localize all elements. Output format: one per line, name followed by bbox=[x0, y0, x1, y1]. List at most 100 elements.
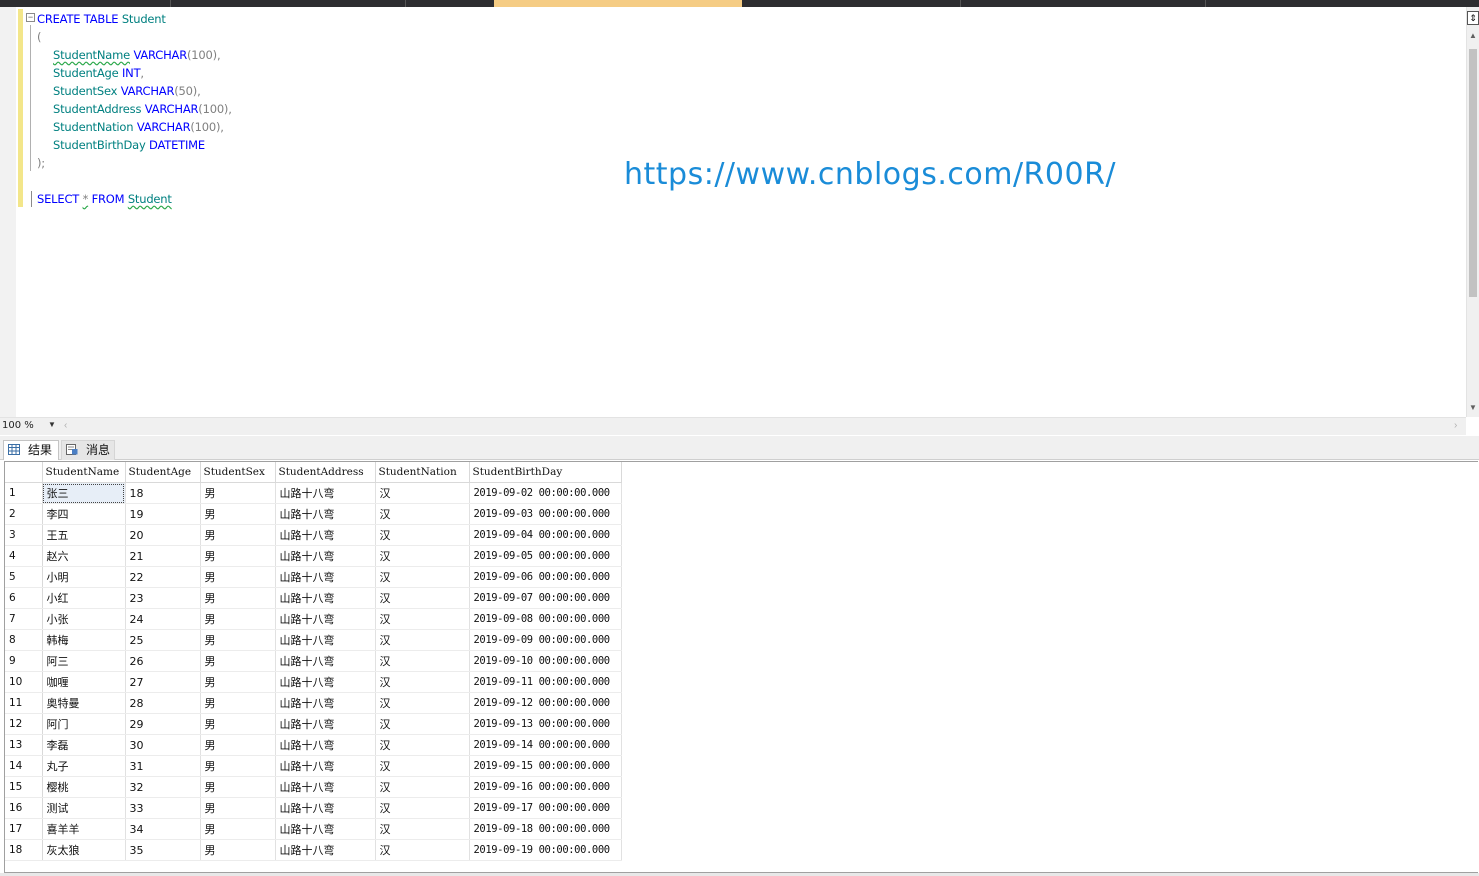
grid-cell[interactable]: 王五 bbox=[42, 524, 126, 546]
grid-cell[interactable]: 汉 bbox=[375, 650, 470, 672]
table-row[interactable]: 12 阿门 29 男山路十八弯汉 2019-09-13 00:00:00.000 bbox=[5, 713, 622, 735]
grid-cell[interactable]: 汉 bbox=[375, 482, 470, 504]
grid-cell[interactable]: 汉 bbox=[375, 503, 470, 525]
grid-cell[interactable]: 汉 bbox=[375, 671, 470, 693]
row-number-header[interactable] bbox=[5, 462, 43, 483]
grid-cell[interactable]: 26 bbox=[125, 650, 201, 672]
scroll-down-icon[interactable]: ▼ bbox=[1469, 403, 1477, 412]
grid-cell[interactable]: 18 bbox=[125, 482, 201, 504]
row-number[interactable]: 1 bbox=[5, 482, 43, 504]
grid-cell[interactable]: 19 bbox=[125, 503, 201, 525]
grid-cell[interactable]: 27 bbox=[125, 671, 201, 693]
grid-cell[interactable]: 阿门 bbox=[42, 713, 126, 735]
grid-cell[interactable]: 男 bbox=[200, 797, 276, 819]
grid-cell[interactable]: 阿三 bbox=[42, 650, 126, 672]
row-number[interactable]: 10 bbox=[5, 671, 43, 693]
column-header-studentname[interactable]: StudentName bbox=[42, 462, 126, 483]
grid-cell[interactable]: 2019-09-08 00:00:00.000 bbox=[469, 608, 622, 630]
table-row[interactable]: 16 测试 33 男山路十八弯汉 2019-09-17 00:00:00.000 bbox=[5, 797, 622, 819]
grid-cell[interactable]: 男 bbox=[200, 608, 276, 630]
grid-cell[interactable]: 樱桃 bbox=[42, 776, 126, 798]
grid-cell[interactable]: 男 bbox=[200, 629, 276, 651]
table-row[interactable]: 17 喜羊羊 34 男山路十八弯汉 2019-09-18 00:00:00.000 bbox=[5, 818, 622, 840]
code-line[interactable]: StudentSex VARCHAR(50), bbox=[53, 82, 201, 100]
row-number[interactable]: 4 bbox=[5, 545, 43, 567]
grid-cell[interactable]: 汉 bbox=[375, 587, 470, 609]
row-number[interactable]: 8 bbox=[5, 629, 43, 651]
grid-cell[interactable]: 山路十八弯 bbox=[275, 587, 376, 609]
tab-results[interactable]: 结果 bbox=[3, 440, 59, 460]
grid-cell[interactable]: 2019-09-09 00:00:00.000 bbox=[469, 629, 622, 651]
grid-cell[interactable]: 山路十八弯 bbox=[275, 629, 376, 651]
grid-cell[interactable]: 2019-09-11 00:00:00.000 bbox=[469, 671, 622, 693]
code-line[interactable]: CREATE TABLE Student bbox=[37, 10, 166, 28]
grid-cell[interactable]: 山路十八弯 bbox=[275, 566, 376, 588]
grid-cell[interactable]: 2019-09-04 00:00:00.000 bbox=[469, 524, 622, 546]
grid-cell[interactable]: 男 bbox=[200, 545, 276, 567]
table-row[interactable]: 1 张三 18 男山路十八弯汉 2019-09-02 00:00:00.000 bbox=[5, 482, 622, 504]
grid-cell[interactable]: 男 bbox=[200, 734, 276, 756]
grid-cell[interactable]: 2019-09-12 00:00:00.000 bbox=[469, 692, 622, 714]
grid-cell[interactable]: 32 bbox=[125, 776, 201, 798]
grid-cell[interactable]: 2019-09-10 00:00:00.000 bbox=[469, 650, 622, 672]
grid-cell[interactable]: 男 bbox=[200, 692, 276, 714]
grid-cell[interactable]: 男 bbox=[200, 776, 276, 798]
row-number[interactable]: 16 bbox=[5, 797, 43, 819]
code-line[interactable]: StudentAge INT, bbox=[53, 64, 144, 82]
table-row[interactable]: 9 阿三 26 男山路十八弯汉 2019-09-10 00:00:00.000 bbox=[5, 650, 622, 672]
grid-cell[interactable]: 山路十八弯 bbox=[275, 776, 376, 798]
code-line[interactable]: StudentName VARCHAR(100), bbox=[53, 46, 221, 64]
grid-cell[interactable]: 22 bbox=[125, 566, 201, 588]
row-number[interactable]: 5 bbox=[5, 566, 43, 588]
grid-cell[interactable]: 汉 bbox=[375, 545, 470, 567]
row-number[interactable]: 3 bbox=[5, 524, 43, 546]
grid-cell[interactable]: 汉 bbox=[375, 524, 470, 546]
grid-cell[interactable]: 男 bbox=[200, 587, 276, 609]
column-header-studentnation[interactable]: StudentNation bbox=[375, 462, 470, 483]
table-row[interactable]: 18 灰太狼 35 男山路十八弯汉 2019-09-19 00:00:00.000 bbox=[5, 839, 622, 861]
table-row[interactable]: 14 丸子 31 男山路十八弯汉 2019-09-15 00:00:00.000 bbox=[5, 755, 622, 777]
scroll-left-icon[interactable]: ‹ bbox=[64, 420, 67, 431]
grid-cell[interactable]: 山路十八弯 bbox=[275, 650, 376, 672]
grid-cell[interactable]: 男 bbox=[200, 755, 276, 777]
grid-cell[interactable]: 汉 bbox=[375, 797, 470, 819]
grid-cell[interactable]: 男 bbox=[200, 713, 276, 735]
grid-cell[interactable]: 21 bbox=[125, 545, 201, 567]
grid-cell[interactable]: 山路十八弯 bbox=[275, 818, 376, 840]
code-line[interactable]: ( bbox=[37, 28, 42, 46]
table-row[interactable]: 4 赵六 21 男山路十八弯汉 2019-09-05 00:00:00.000 bbox=[5, 545, 622, 567]
grid-cell[interactable]: 2019-09-16 00:00:00.000 bbox=[469, 776, 622, 798]
scroll-right-icon[interactable]: › bbox=[1454, 420, 1457, 431]
row-number[interactable]: 12 bbox=[5, 713, 43, 735]
table-row[interactable]: 6 小红 23 男山路十八弯汉 2019-09-07 00:00:00.000 bbox=[5, 587, 622, 609]
grid-cell[interactable]: 赵六 bbox=[42, 545, 126, 567]
collapse-icon[interactable]: − bbox=[26, 13, 35, 22]
row-number[interactable]: 9 bbox=[5, 650, 43, 672]
grid-cell[interactable]: 29 bbox=[125, 713, 201, 735]
table-row[interactable]: 15 樱桃 32 男山路十八弯汉 2019-09-16 00:00:00.000 bbox=[5, 776, 622, 798]
grid-cell[interactable]: 山路十八弯 bbox=[275, 839, 376, 861]
table-row[interactable]: 7 小张 24 男山路十八弯汉 2019-09-08 00:00:00.000 bbox=[5, 608, 622, 630]
row-number[interactable]: 13 bbox=[5, 734, 43, 756]
table-row[interactable]: 11 奥特曼 28 男山路十八弯汉 2019-09-12 00:00:00.000 bbox=[5, 692, 622, 714]
active-document-tab[interactable] bbox=[494, 0, 742, 7]
zoom-level[interactable]: 100 % bbox=[2, 420, 34, 431]
code-line[interactable]: ); bbox=[37, 154, 45, 172]
table-row[interactable]: 10 咖喱 27 男山路十八弯汉 2019-09-11 00:00:00.000 bbox=[5, 671, 622, 693]
grid-cell[interactable]: 张三 bbox=[42, 482, 126, 504]
grid-cell[interactable]: 山路十八弯 bbox=[275, 797, 376, 819]
grid-cell[interactable]: 汉 bbox=[375, 629, 470, 651]
grid-cell[interactable]: 汉 bbox=[375, 608, 470, 630]
grid-cell[interactable]: 男 bbox=[200, 839, 276, 861]
grid-cell[interactable]: 25 bbox=[125, 629, 201, 651]
column-header-studentaddress[interactable]: StudentAddress bbox=[275, 462, 376, 483]
grid-cell[interactable]: 2019-09-17 00:00:00.000 bbox=[469, 797, 622, 819]
grid-cell[interactable]: 测试 bbox=[42, 797, 126, 819]
scroll-up-icon[interactable]: ▲ bbox=[1469, 31, 1477, 40]
grid-cell[interactable]: 男 bbox=[200, 524, 276, 546]
grid-cell[interactable]: 汉 bbox=[375, 713, 470, 735]
split-view-icon[interactable]: ⇕ bbox=[1467, 11, 1479, 25]
grid-cell[interactable]: 李磊 bbox=[42, 734, 126, 756]
sql-editor[interactable]: − CREATE TABLE Student ( StudentName VARCH… bbox=[0, 7, 1466, 417]
row-number[interactable]: 7 bbox=[5, 608, 43, 630]
